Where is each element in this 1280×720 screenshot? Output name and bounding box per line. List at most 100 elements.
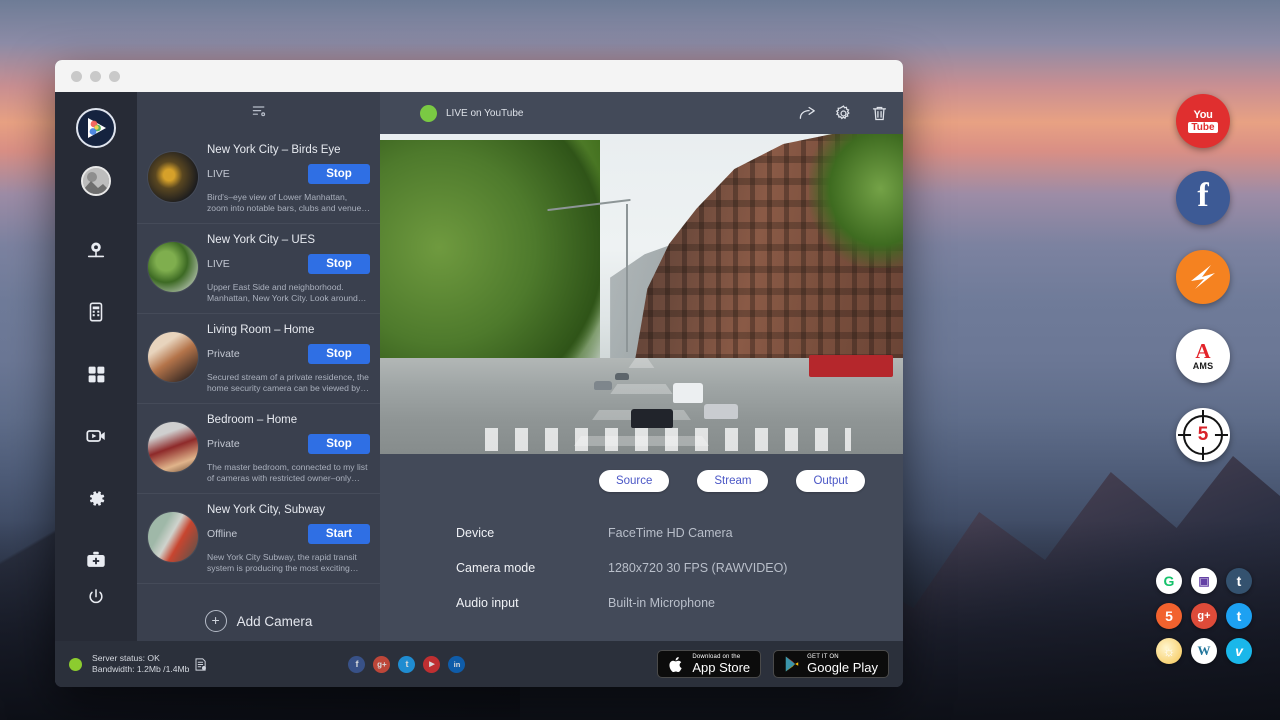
video-car	[615, 373, 629, 380]
live-indicator-dot	[420, 105, 437, 122]
sidebar-item-firstaid[interactable]	[76, 540, 116, 580]
sidebar-item-webcam[interactable]	[76, 230, 116, 270]
video-preview[interactable]	[380, 134, 903, 454]
camera-list-item[interactable]: Bedroom – Home Private Stop The master b…	[137, 404, 380, 494]
footer-facebook-icon[interactable]: f	[348, 656, 365, 673]
desktop-mini-twitter[interactable]: t	[1226, 603, 1252, 629]
camera-title: New York City – UES	[207, 233, 370, 247]
desktop-icon-wowza[interactable]	[1176, 250, 1230, 304]
spec-key-camera-mode: Camera mode	[456, 561, 608, 575]
desktop-icon-youtube[interactable]: You Tube	[1176, 94, 1230, 148]
camera-list-item[interactable]: New York City – UES LIVE Stop Upper East…	[137, 224, 380, 314]
window-titlebar[interactable]	[55, 60, 903, 92]
sun-glyph: ☼	[1163, 643, 1176, 659]
video-car	[704, 404, 738, 419]
camera-meta: New York City – UES LIVE Stop Upper East…	[207, 233, 370, 304]
google-play-icon	[784, 655, 800, 673]
camera-action-button[interactable]: Stop	[308, 164, 370, 184]
desktop-mini-wordpress[interactable]: W	[1191, 638, 1217, 664]
wordpress-glyph: W	[1198, 643, 1211, 659]
camera-action-button[interactable]: Stop	[308, 254, 370, 274]
spec-row: Audio input Built-in Microphone	[456, 596, 903, 610]
add-camera-label: Add Camera	[237, 614, 313, 629]
spec-value-audio-input[interactable]: Built-in Microphone	[608, 596, 715, 610]
gear-icon	[86, 488, 107, 509]
sort-icon[interactable]	[251, 103, 267, 124]
document-icon	[193, 657, 208, 672]
footer-google-plus-icon[interactable]: g+	[373, 656, 390, 673]
camera-status: LIVE	[207, 258, 230, 270]
footer-linkedin-icon[interactable]: in	[448, 656, 465, 673]
spec-value-device[interactable]: FaceTime HD Camera	[608, 526, 733, 540]
desktop-mini-twitch[interactable]: ▣	[1191, 568, 1217, 594]
camera-status: Offline	[207, 528, 237, 540]
desktop-mini-tumblr[interactable]: t	[1226, 568, 1252, 594]
desktop-icon-facebook[interactable]: f	[1176, 171, 1230, 225]
youtube-you-text: You	[1193, 110, 1212, 121]
avatar-photo-icon	[83, 168, 109, 194]
camera-thumbnail	[148, 152, 198, 202]
camera-meta: Bedroom – Home Private Stop The master b…	[207, 413, 370, 484]
tab-output[interactable]: Output	[796, 470, 865, 492]
app-logo-icon[interactable]	[76, 108, 116, 148]
camera-title: Living Room – Home	[207, 323, 370, 337]
tab-source[interactable]: Source	[599, 470, 669, 492]
camera-status-row: LIVE Stop	[207, 254, 370, 274]
desktop-mini-five[interactable]: 5	[1156, 603, 1182, 629]
camera-thumbnail	[148, 332, 198, 382]
desktop-mini-grammarly[interactable]: G	[1156, 568, 1182, 594]
video-car	[631, 409, 673, 428]
camera-list-scroll[interactable]: New York City – Birds Eye LIVE Stop Bird…	[137, 134, 380, 641]
desktop-mini-vimeo[interactable]: v	[1226, 638, 1252, 664]
sidebar-item-video[interactable]	[76, 416, 116, 456]
camera-description: The master bedroom, connected to my list…	[207, 462, 370, 484]
five-mini-glyph: 5	[1165, 608, 1173, 624]
share-icon[interactable]	[798, 104, 817, 123]
camera-list-item[interactable]: New York City, Subway Offline Start New …	[137, 494, 380, 584]
camera-action-button[interactable]: Stop	[308, 344, 370, 364]
sidebar-item-grid[interactable]	[76, 354, 116, 394]
sidebar-item-settings[interactable]	[76, 478, 116, 518]
footer-youtube-icon[interactable]: ▶	[423, 656, 440, 673]
gear-icon[interactable]	[834, 104, 853, 123]
window-close-button[interactable]	[71, 71, 82, 82]
spec-key-audio-input: Audio input	[456, 596, 608, 610]
camera-title: New York City – Birds Eye	[207, 143, 370, 157]
footer-twitter-icon[interactable]: t	[398, 656, 415, 673]
play-logo-icon	[83, 115, 109, 141]
tab-stream[interactable]: Stream	[697, 470, 768, 492]
camera-status-row: LIVE Stop	[207, 164, 370, 184]
detail-panel: LIVE on YouTube	[380, 92, 903, 641]
desktop-mini-sun[interactable]: ☼	[1156, 638, 1182, 664]
desktop-mini-google-plus[interactable]: g+	[1191, 603, 1217, 629]
log-document-icon[interactable]	[193, 657, 208, 672]
camera-list-item[interactable]: New York City – Birds Eye LIVE Stop Bird…	[137, 134, 380, 224]
camera-action-button[interactable]: Start	[308, 524, 370, 544]
app-store-badge[interactable]: Download on the App Store	[657, 650, 761, 678]
add-camera-button[interactable]: + Add Camera	[137, 584, 380, 641]
desktop-icon-five-target[interactable]: 5	[1176, 408, 1230, 462]
camera-status-row: Private Stop	[207, 434, 370, 454]
camera-list-panel: New York City – Birds Eye LIVE Stop Bird…	[137, 92, 380, 641]
spec-key-device: Device	[456, 526, 608, 540]
power-icon	[86, 587, 106, 607]
camera-action-button[interactable]: Stop	[308, 434, 370, 454]
trash-icon[interactable]	[870, 104, 889, 123]
google-play-large: Google Play	[807, 661, 878, 675]
sidebar-item-power[interactable]	[76, 577, 116, 617]
detail-toolbar-actions	[798, 104, 889, 123]
live-label: LIVE on YouTube	[446, 108, 523, 119]
camera-thumbnail	[148, 242, 198, 292]
spec-value-camera-mode[interactable]: 1280x720 30 FPS (RAWVIDEO)	[608, 561, 787, 575]
camera-thumbnail	[148, 422, 198, 472]
sidebar-item-device[interactable]	[76, 292, 116, 332]
grammarly-glyph: G	[1164, 573, 1175, 589]
camera-status: Private	[207, 438, 240, 450]
window-minimize-button[interactable]	[90, 71, 101, 82]
camera-list-item[interactable]: Living Room – Home Private Stop Secured …	[137, 314, 380, 404]
google-play-badge[interactable]: GET IT ON Google Play	[773, 650, 889, 678]
user-avatar[interactable]	[81, 166, 111, 196]
window-zoom-button[interactable]	[109, 71, 120, 82]
desktop-icon-adobe-ams[interactable]: A AMS	[1176, 329, 1230, 383]
footer-social-links: f g+ t ▶ in	[348, 656, 465, 673]
